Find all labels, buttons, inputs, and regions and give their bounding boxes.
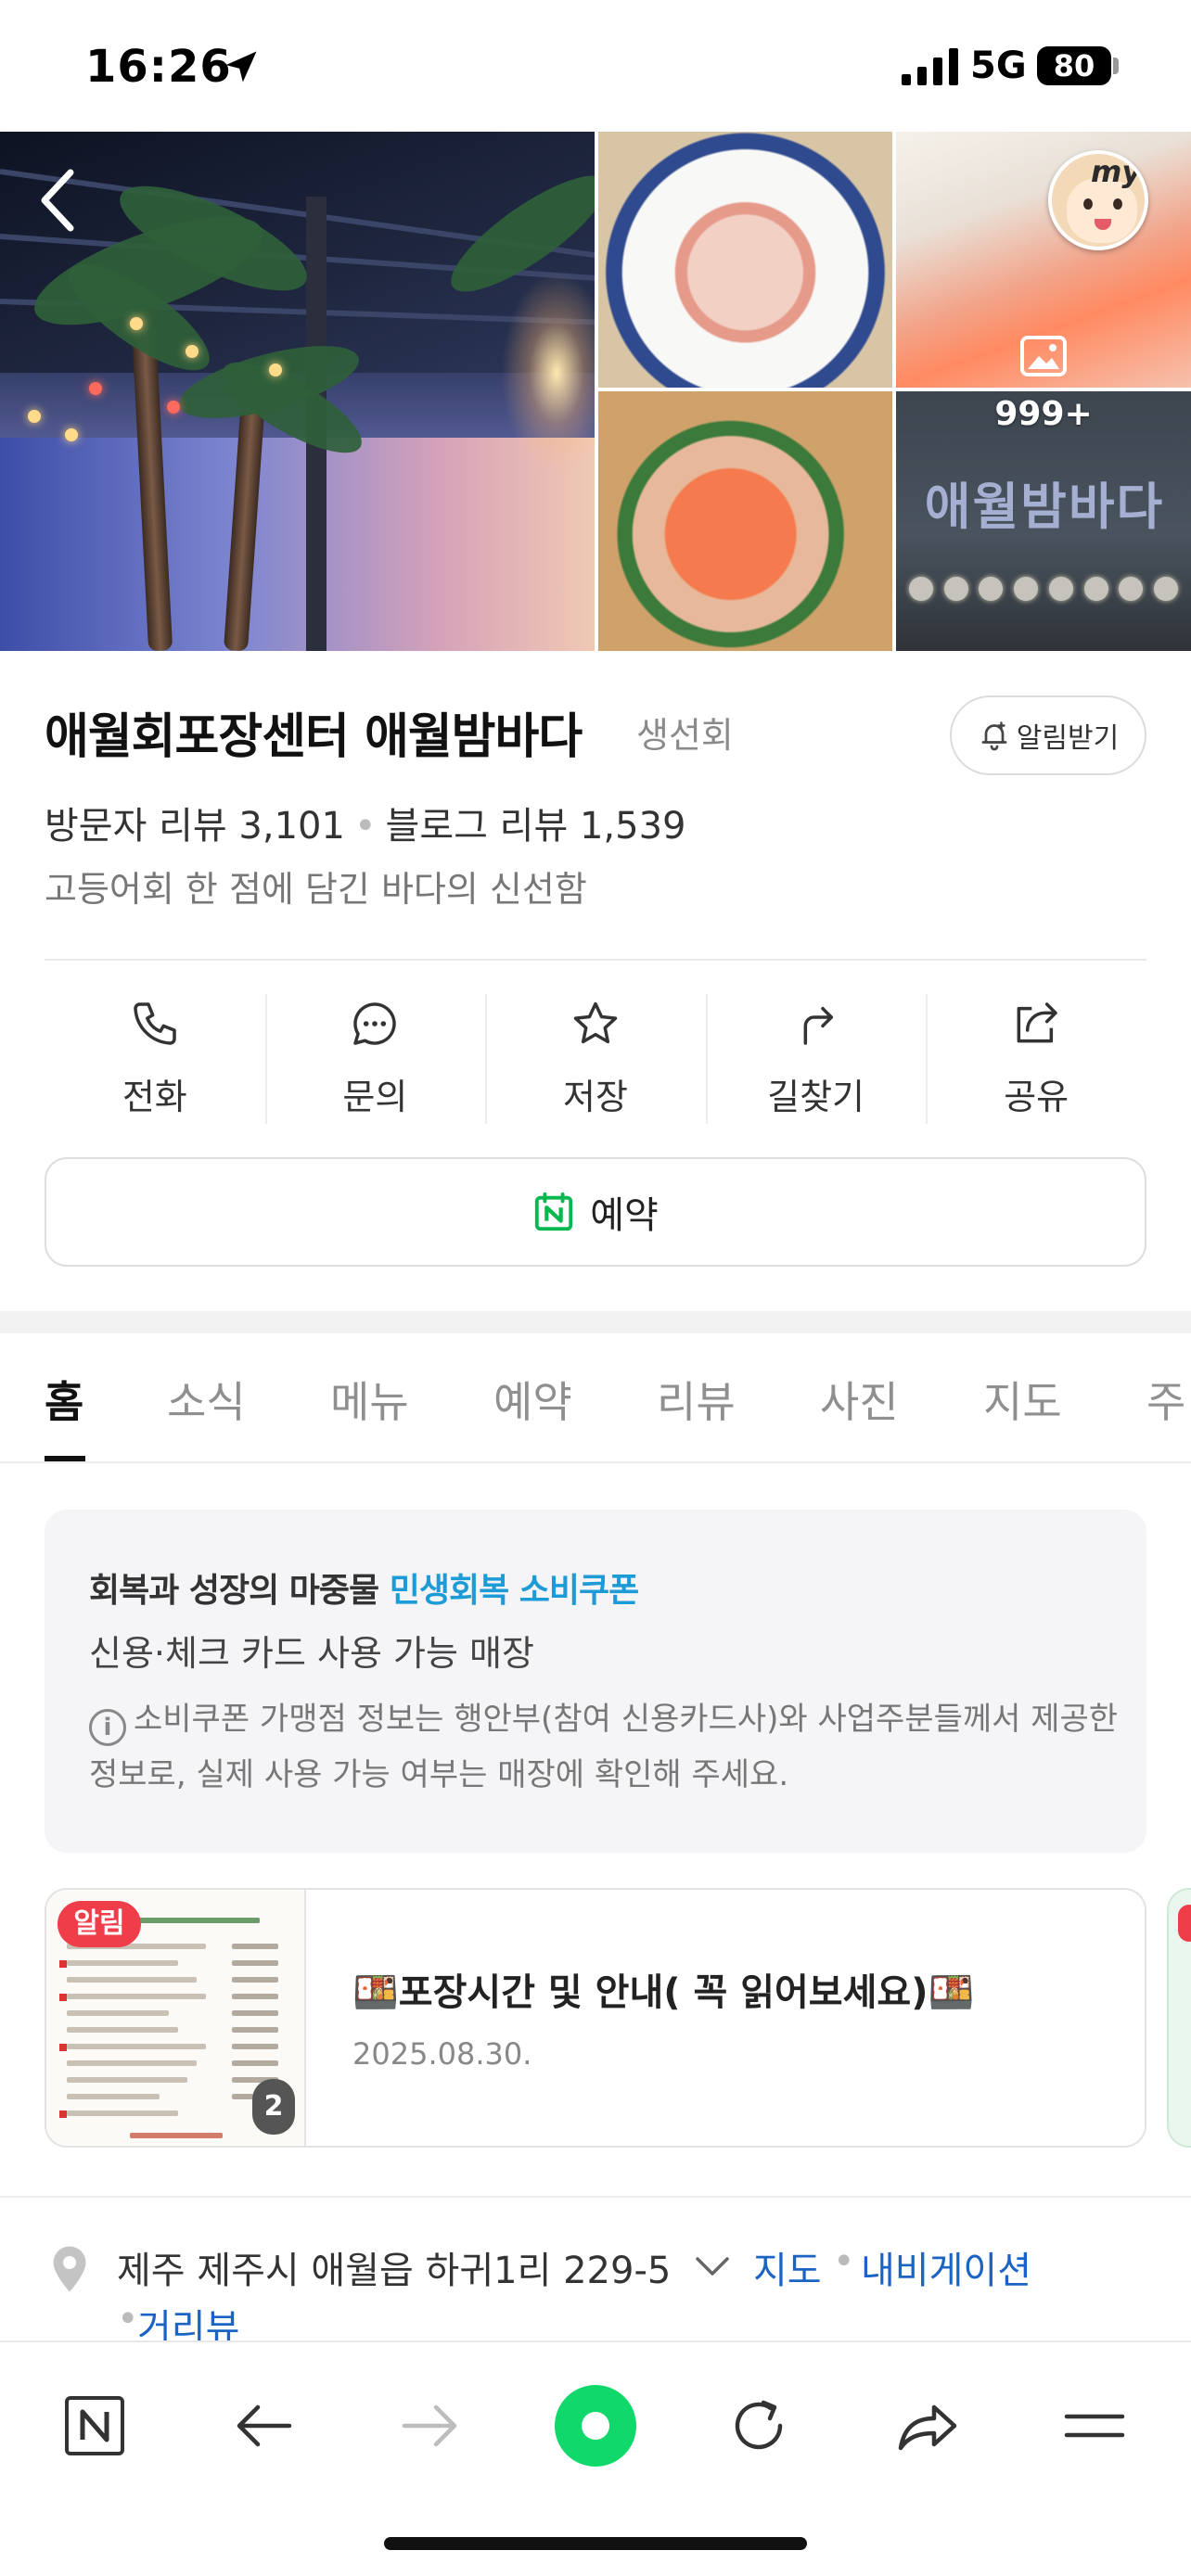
cellular-signal-icon xyxy=(902,48,958,85)
battery-indicator: 80 xyxy=(1037,46,1111,85)
separator-dot: • xyxy=(833,2240,855,2283)
hamburger-menu-icon xyxy=(1064,2414,1125,2438)
notice-title: 🍱포장시간 및 안내( 꼭 읽어보세요)🍱 xyxy=(352,1971,975,2014)
notify-button[interactable]: 알림받기 xyxy=(950,695,1146,775)
directions-button[interactable]: 길찾기 xyxy=(705,994,927,1124)
status-bar: 16:26 5G 80 xyxy=(0,0,1191,132)
arrow-right-icon xyxy=(402,2404,457,2447)
review-counts: 방문자 리뷰 3,101 • 블로그 리뷰 1,539 xyxy=(45,805,686,848)
coupon-note: i 소비쿠폰 가맹점 정보는 행안부(참여 신용카드사)와 사업주분들께서 제공한… xyxy=(89,1691,1119,1803)
directions-label: 길찾기 xyxy=(767,1077,865,1117)
refresh-icon xyxy=(735,2400,783,2450)
tab-more[interactable]: 주 xyxy=(1146,1369,1185,1430)
tab-bar: 홈 소식 메뉴 예약 리뷰 사진 지도 주 xyxy=(0,1333,1191,1463)
photo-thumbnail-1[interactable] xyxy=(598,132,892,388)
section-divider xyxy=(0,1311,1191,1333)
alert-badge: 알림 xyxy=(58,1901,141,1947)
coupon-title: 회복과 성장의 마중물 민생회복 소비쿠폰 xyxy=(89,1572,639,1610)
network-type: 5G xyxy=(970,45,1027,87)
coupon-info-card[interactable]: 회복과 성장의 마중물 민생회복 소비쿠폰 신용·체크 카드 사용 가능 매장 … xyxy=(45,1510,1146,1853)
tab-photos[interactable]: 사진 xyxy=(820,1369,899,1430)
menu-button[interactable] xyxy=(1048,2379,1141,2472)
call-label: 전화 xyxy=(122,1077,187,1117)
blog-reviews-link[interactable]: 블로그 리뷰 1,539 xyxy=(386,805,686,848)
address-text: 제주 제주시 애월읍 하귀1리 229-5 xyxy=(117,2250,672,2292)
tab-map[interactable]: 지도 xyxy=(983,1369,1062,1430)
tab-reviews[interactable]: 리뷰 xyxy=(657,1369,736,1430)
tab-menu[interactable]: 메뉴 xyxy=(330,1369,409,1430)
chat-icon xyxy=(353,1002,397,1045)
action-row: 전화 문의 저장 길찾기 공유 xyxy=(45,994,1146,1124)
photo-gallery: 애월밤바다 999+ xyxy=(0,132,1191,651)
active-tab-indicator xyxy=(45,1456,85,1461)
coupon-note-text: 소비쿠폰 가맹점 정보는 행안부(참여 신용카드사)와 사업주분들께서 제공한 … xyxy=(89,1701,1119,1793)
separator-dot: • xyxy=(117,2298,139,2340)
notify-button-label: 알림받기 xyxy=(1016,722,1120,755)
photo-more-count: 999+ xyxy=(994,395,1093,433)
tab-news[interactable]: 소식 xyxy=(167,1369,246,1430)
my-profile-avatar[interactable]: my xyxy=(1048,150,1148,250)
location-arrow-icon xyxy=(225,51,257,83)
divider xyxy=(45,959,1146,961)
notice-date: 2025.08.30. xyxy=(352,2036,532,2072)
coupon-highlight: 민생회복 소비쿠폰 xyxy=(389,1572,639,1610)
bell-plus-icon xyxy=(981,721,1007,751)
share-button[interactable]: 공유 xyxy=(926,994,1146,1124)
tab-home[interactable]: 홈 xyxy=(45,1369,83,1430)
arrow-left-icon xyxy=(237,2404,292,2447)
share-page-button[interactable] xyxy=(881,2379,974,2472)
inquiry-button[interactable]: 문의 xyxy=(264,994,486,1124)
battery-tip xyxy=(1113,57,1119,74)
share-arrow-icon xyxy=(898,2404,957,2451)
navigation-link[interactable]: 내비게이션 xyxy=(861,2240,1031,2294)
home-indicator xyxy=(384,2537,807,2550)
phone-icon xyxy=(134,1002,176,1045)
chevron-down-icon[interactable] xyxy=(694,2251,731,2279)
reserve-label: 예약 xyxy=(590,1194,659,1237)
directions-icon xyxy=(803,1006,833,1045)
gallery-more-icon xyxy=(1020,336,1067,376)
back-arrow-icon[interactable] xyxy=(33,163,85,237)
notice-card[interactable]: 알림 2 🍱포장시간 및 안내( 꼭 읽어보세요)🍱 2025.08.30. xyxy=(45,1888,1146,2148)
save-label: 저장 xyxy=(563,1077,628,1117)
refresh-button[interactable] xyxy=(712,2379,805,2472)
divider xyxy=(0,2196,1191,2198)
coupon-subtitle: 신용·체크 카드 사용 가능 매장 xyxy=(89,1633,534,1674)
status-time: 16:26 xyxy=(85,41,232,93)
map-link[interactable]: 지도 xyxy=(753,2240,822,2294)
image-count-badge: 2 xyxy=(252,2079,295,2135)
visitor-reviews-link[interactable]: 방문자 리뷰 3,101 xyxy=(45,805,345,848)
naver-home-button[interactable] xyxy=(48,2379,141,2472)
naver-n-icon xyxy=(65,2396,124,2455)
place-name: 애월회포장센터 애월밤바다 xyxy=(45,709,583,765)
place-category: 생선회 xyxy=(636,715,734,756)
main-photo[interactable] xyxy=(0,132,595,651)
naver-calendar-icon xyxy=(535,1192,573,1231)
call-button[interactable]: 전화 xyxy=(45,994,265,1124)
reserve-button[interactable]: 예약 xyxy=(45,1157,1146,1267)
info-icon: i xyxy=(89,1709,126,1746)
back-button[interactable] xyxy=(217,2379,310,2472)
location-pin-icon xyxy=(53,2246,86,2292)
inquiry-label: 문의 xyxy=(342,1077,408,1117)
save-button[interactable]: 저장 xyxy=(485,994,706,1124)
place-tagline: 고등어회 한 점에 담긴 바다의 신선함 xyxy=(45,869,587,910)
next-notice-badge xyxy=(1178,1905,1191,1942)
photo-thumbnail-3[interactable] xyxy=(598,391,892,651)
tab-reservation[interactable]: 예약 xyxy=(493,1369,572,1430)
green-dot-button[interactable] xyxy=(555,2385,636,2467)
my-badge-text: my xyxy=(1091,154,1142,189)
forward-button[interactable] xyxy=(384,2379,477,2472)
star-icon xyxy=(573,1001,618,1044)
share-icon xyxy=(1017,1002,1057,1043)
share-label: 공유 xyxy=(1004,1077,1069,1117)
